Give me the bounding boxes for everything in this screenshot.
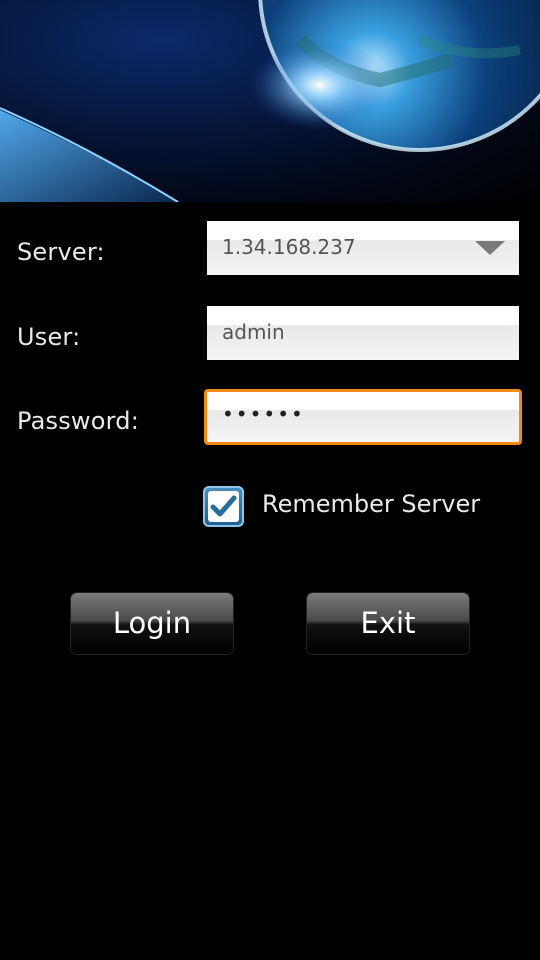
remember-server-label[interactable]: Remember Server xyxy=(262,490,480,518)
checkmark-icon xyxy=(208,491,239,522)
space-banner-image xyxy=(0,0,540,202)
login-button[interactable]: Login xyxy=(71,593,233,654)
server-dropdown[interactable]: 1.34.168.237 xyxy=(207,221,519,275)
user-input[interactable]: admin xyxy=(207,306,519,360)
user-label: User: xyxy=(17,323,81,351)
remember-server-checkbox[interactable] xyxy=(203,486,244,527)
exit-button[interactable]: Exit xyxy=(307,593,469,654)
chevron-down-icon[interactable] xyxy=(475,241,505,255)
password-value: •••••• xyxy=(222,402,305,426)
password-label: Password: xyxy=(17,407,139,435)
server-value: 1.34.168.237 xyxy=(222,235,356,259)
password-input[interactable]: •••••• xyxy=(204,389,522,445)
planet-illustration xyxy=(0,0,540,202)
user-value: admin xyxy=(222,320,285,344)
server-label: Server: xyxy=(17,238,105,266)
